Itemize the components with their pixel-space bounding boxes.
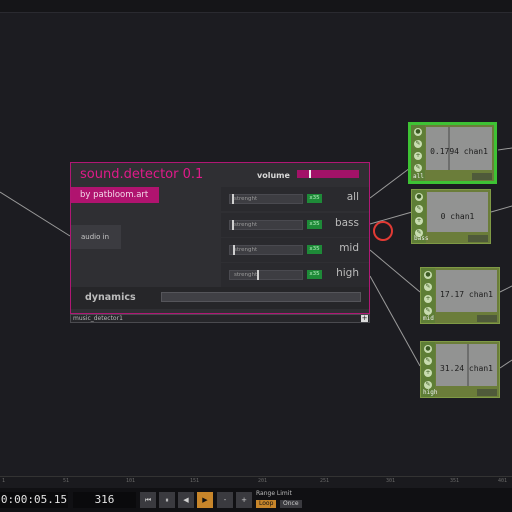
step-forward-button[interactable]: + — [236, 492, 252, 508]
edit-icon[interactable]: ✎ — [424, 357, 432, 365]
viewer-icon[interactable]: ● — [415, 193, 423, 201]
band-row-mid: strenght x35 mid — [221, 238, 369, 262]
null-node-mid[interactable]: ● ✎ + ✎ 17.17 chan1 mid — [420, 267, 500, 324]
multiplier-badge-mid[interactable]: x35 — [307, 245, 322, 254]
node-name[interactable]: all — [413, 173, 424, 180]
node-name[interactable]: mid — [423, 315, 434, 322]
viewer-icon[interactable]: ● — [414, 128, 422, 136]
strength-slider-high[interactable]: strenght — [229, 270, 303, 280]
sound-detector-component[interactable]: sound.detector 0.1 volume by patbloom.ar… — [70, 162, 370, 314]
plus-icon[interactable]: + — [424, 369, 432, 377]
play-forward-button[interactable]: ▶ — [197, 492, 213, 508]
plus-icon[interactable]: + — [414, 152, 422, 160]
volume-slider-knob[interactable] — [309, 170, 311, 178]
multiplier-badge-bass[interactable]: x35 — [307, 220, 322, 229]
step-back-button[interactable]: - — [217, 492, 233, 508]
null-node-bass[interactable]: ● ✎ + ✎ 0 chan1 bass — [411, 189, 491, 244]
multiplier-badge-all[interactable]: x35 — [307, 194, 322, 203]
timecode-field[interactable]: 0:00:05.15 — [0, 492, 68, 508]
node-value: 31.24 chan1 — [440, 364, 493, 373]
cursor-highlight-icon — [373, 221, 393, 241]
audio-in-input[interactable]: audio in — [71, 225, 121, 249]
dynamics-bar[interactable] — [161, 292, 361, 302]
band-row-bass: strenght x35 bass — [221, 213, 369, 237]
edit-icon[interactable]: ✎ — [424, 283, 432, 291]
timeline-tick: 301 — [386, 478, 396, 484]
slider-label: strenght — [234, 272, 258, 278]
dynamics-row: dynamics — [71, 287, 369, 309]
once-button[interactable]: Once — [280, 500, 302, 508]
dynamics-label: dynamics — [85, 292, 136, 303]
plus-icon[interactable]: + — [361, 315, 368, 322]
band-row-high: strenght x35 high — [221, 263, 369, 287]
slider-label: strenght — [234, 196, 258, 202]
author-button[interactable]: by patbloom.art — [71, 187, 159, 203]
band-row-all: strenght x35 all — [221, 187, 369, 211]
timeline-tick: 151 — [190, 478, 200, 484]
volume-slider[interactable] — [297, 170, 359, 178]
operator-name-bar[interactable]: music_detector1 + — [70, 314, 370, 323]
null-node-all[interactable]: ● ✎ + ✎ 0.1794 chan1 all — [408, 122, 497, 184]
node-flags[interactable] — [477, 315, 497, 322]
node-flags[interactable] — [477, 389, 497, 396]
timeline-tick: 51 — [63, 478, 70, 484]
node-name[interactable]: high — [423, 389, 437, 396]
node-name[interactable]: bass — [414, 235, 428, 242]
null-node-high[interactable]: ● ✎ + ✎ 31.24 chan1 high — [420, 341, 500, 398]
node-value: 0 chan1 — [440, 212, 475, 221]
slider-handle[interactable] — [233, 245, 235, 255]
node-value: 17.17 chan1 — [440, 290, 493, 299]
strength-slider-mid[interactable]: strenght — [229, 245, 303, 255]
pencil-icon[interactable]: ✎ — [424, 381, 432, 389]
band-name-high: high — [336, 267, 359, 279]
timeline-tick: 201 — [258, 478, 268, 484]
play-reverse-button[interactable]: ◀ — [178, 492, 194, 508]
node-value: 0.1794 chan1 — [430, 147, 488, 156]
slider-label: strenght — [234, 247, 258, 253]
volume-label: volume — [257, 171, 290, 180]
plus-icon[interactable]: + — [424, 295, 432, 303]
timeline-tick: 101 — [126, 478, 136, 484]
band-name-bass: bass — [334, 217, 359, 229]
transport-bar: 0:00:05.15 316 ⏮ ⏸ ◀ ▶ - + Range Limit L… — [0, 488, 512, 512]
timeline-tick: 351 — [450, 478, 460, 484]
node-flags[interactable] — [472, 173, 492, 180]
pencil-icon[interactable]: ✎ — [414, 164, 422, 172]
viewer-icon[interactable]: ● — [424, 271, 432, 279]
plus-icon[interactable]: + — [415, 217, 423, 225]
component-title: sound.detector 0.1 — [80, 167, 204, 182]
range-limit-label: Range Limit — [256, 490, 292, 497]
timeline-tick: 401 — [498, 478, 508, 484]
operator-name[interactable]: music_detector1 — [73, 315, 123, 322]
band-name-all: all — [346, 191, 359, 203]
strength-slider-all[interactable]: strenght — [229, 194, 303, 204]
strength-slider-bass[interactable]: strenght — [229, 220, 303, 230]
viewer-icon[interactable]: ● — [424, 345, 432, 353]
frame-field[interactable]: 316 — [73, 492, 136, 508]
slider-label: strenght — [234, 222, 258, 228]
timeline-tick: 1 — [2, 478, 6, 484]
slider-handle[interactable] — [257, 270, 259, 280]
edit-icon[interactable]: ✎ — [414, 140, 422, 148]
band-name-mid: mid — [339, 242, 359, 254]
pause-button[interactable]: ⏸ — [159, 492, 175, 508]
node-flags[interactable] — [468, 235, 488, 242]
multiplier-badge-high[interactable]: x35 — [307, 270, 322, 279]
slider-handle[interactable] — [232, 220, 234, 230]
slider-handle[interactable] — [232, 194, 234, 204]
timeline-tick: 251 — [320, 478, 330, 484]
edit-icon[interactable]: ✎ — [415, 205, 423, 213]
pencil-icon[interactable]: ✎ — [424, 307, 432, 315]
rewind-button[interactable]: ⏮ — [140, 492, 156, 508]
loop-button[interactable]: Loop — [256, 500, 277, 508]
